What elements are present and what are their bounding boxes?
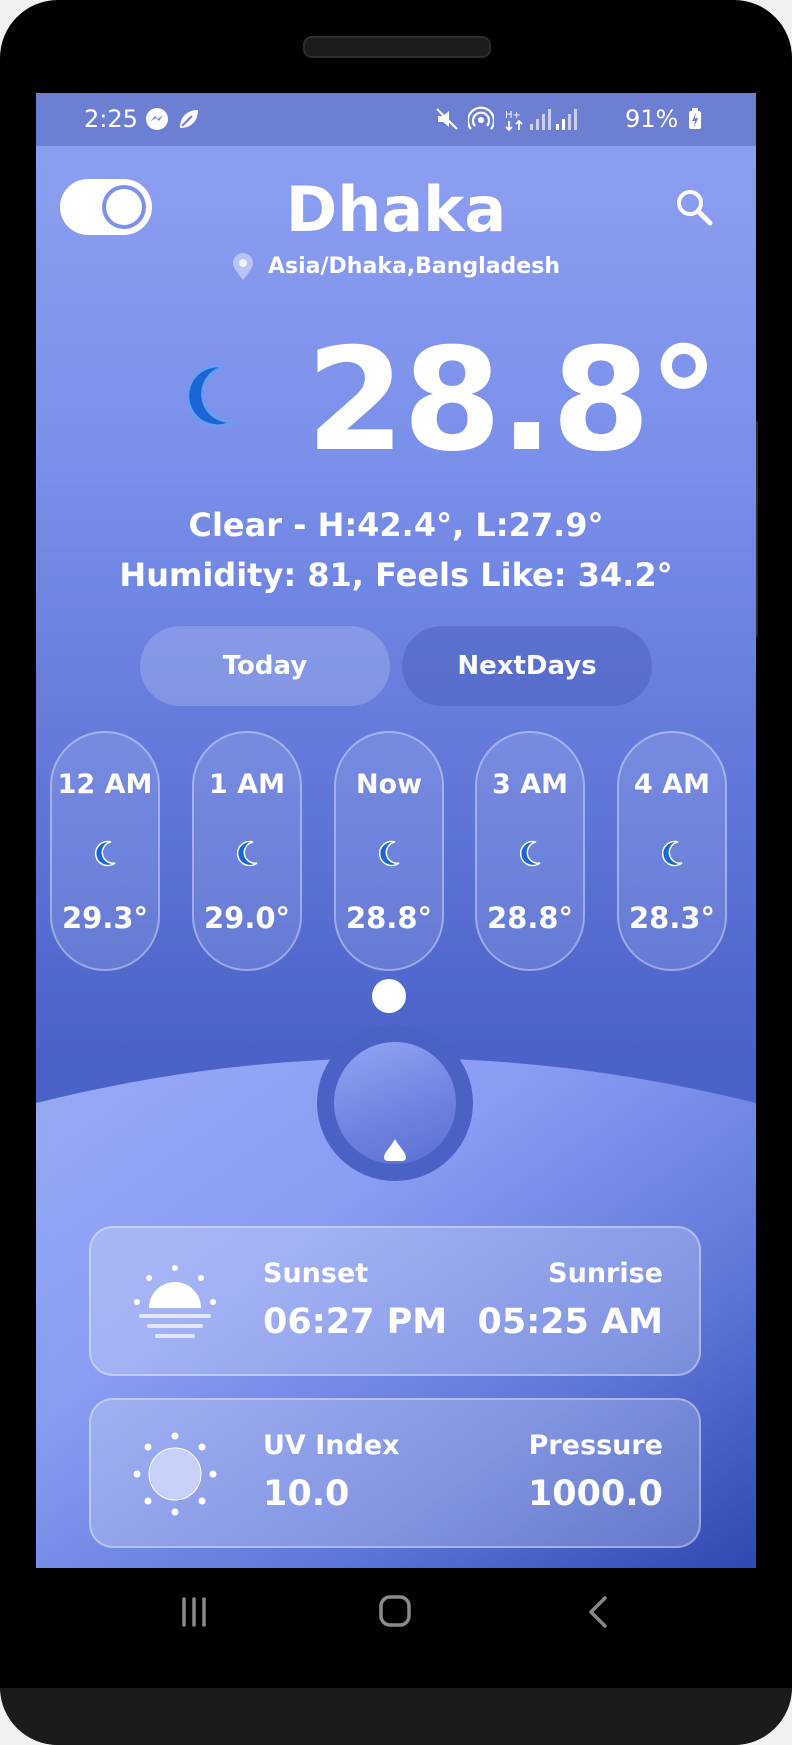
hour-temp: 29.0° xyxy=(203,901,291,935)
pressure-label: Pressure xyxy=(528,1430,663,1461)
hour-item[interactable]: 1 AM 29.0° xyxy=(192,731,302,971)
tab-today[interactable]: Today xyxy=(140,626,390,706)
location-text: Asia/Dhaka,Bangladesh xyxy=(268,254,560,279)
svg-text:H+: H+ xyxy=(505,110,521,121)
city-name: Dhaka xyxy=(285,173,507,246)
sun-times-card: Sunset 06:27 PM Sunrise 05:25 AM xyxy=(89,1226,701,1376)
uv-pressure-card: UV Index 10.0 Pressure 1000.0 xyxy=(89,1398,701,1548)
moon-icon xyxy=(186,364,235,428)
sunset-icon xyxy=(134,1265,216,1338)
sunrise-label: Sunrise xyxy=(548,1258,663,1289)
hour-item[interactable]: 4 AM 28.3° xyxy=(617,731,727,971)
condition-line: Clear - H:42.4°, L:27.9° xyxy=(188,506,604,544)
phone-frame: 2:25 H+ 91% Dhaka Asia/Dhaka,Bangladesh … xyxy=(0,0,792,1745)
search-icon[interactable] xyxy=(672,185,716,229)
hour-item[interactable]: 3 AM 28.8° xyxy=(475,731,585,971)
uv-index-label: UV Index xyxy=(263,1430,400,1461)
battery-level: 91% xyxy=(625,105,702,133)
sunset-label: Sunset xyxy=(263,1258,369,1289)
back-icon[interactable] xyxy=(586,1594,610,1630)
signal-icon xyxy=(530,109,551,130)
moon-icon xyxy=(519,840,541,867)
battery-charging-icon xyxy=(689,108,701,129)
hourly-forecast: 12 AM 29.3° 1 AM 29.0° Now 28.8° 3 AM 28… xyxy=(50,731,744,971)
earpiece-speaker xyxy=(303,36,491,58)
hour-temp: 28.8° xyxy=(345,901,433,935)
tab-nextdays[interactable]: NextDays xyxy=(402,626,652,706)
sunrise-value: 05:25 AM xyxy=(477,1302,663,1342)
hour-label: 4 AM xyxy=(634,769,710,800)
app-screen: 2:25 H+ 91% Dhaka Asia/Dhaka,Bangladesh … xyxy=(36,93,756,1568)
signal-icon-2 xyxy=(556,109,577,130)
moon-icon xyxy=(378,840,400,867)
pressure-value: 1000.0 xyxy=(527,1474,663,1514)
current-temperature: 28.8° xyxy=(306,318,719,483)
hotspot-icon xyxy=(468,106,494,130)
moon-icon xyxy=(661,840,683,867)
location-line: Asia/Dhaka,Bangladesh xyxy=(36,253,756,281)
bottom-bezel xyxy=(0,1688,792,1745)
mute-icon xyxy=(436,108,458,130)
hour-temp: 28.8° xyxy=(486,901,574,935)
messenger-icon xyxy=(146,108,168,130)
uv-index-value: 10.0 xyxy=(263,1474,350,1514)
hour-temp: 29.3° xyxy=(61,901,149,935)
hour-label: Now xyxy=(355,769,423,800)
hour-temp: 28.3° xyxy=(628,901,716,935)
moon-icon xyxy=(94,840,116,867)
hour-label: 1 AM xyxy=(209,769,285,800)
page-indicator-dot xyxy=(372,979,406,1013)
sun-icon xyxy=(133,1432,217,1516)
home-icon[interactable] xyxy=(378,1594,412,1628)
status-time: 2:25 xyxy=(84,105,138,133)
arrow-up-icon xyxy=(384,1139,406,1161)
sunset-value: 06:27 PM xyxy=(263,1302,448,1342)
location-pin-icon xyxy=(233,253,253,280)
hour-label: 12 AM xyxy=(57,769,153,800)
data-icon: H+ xyxy=(505,110,523,132)
hour-label: 3 AM xyxy=(492,769,568,800)
hour-item[interactable]: 12 AM 29.3° xyxy=(50,731,160,971)
humidity-feels-line: Humidity: 81, Feels Like: 34.2° xyxy=(119,556,673,594)
moon-icon xyxy=(236,840,258,867)
hour-item[interactable]: Now 28.8° xyxy=(334,731,444,971)
recent-apps-icon[interactable] xyxy=(180,1596,208,1628)
status-bar: 2:25 H+ 91% xyxy=(36,93,756,146)
leaf-icon xyxy=(180,110,198,128)
navigation-bar xyxy=(0,1568,792,1678)
